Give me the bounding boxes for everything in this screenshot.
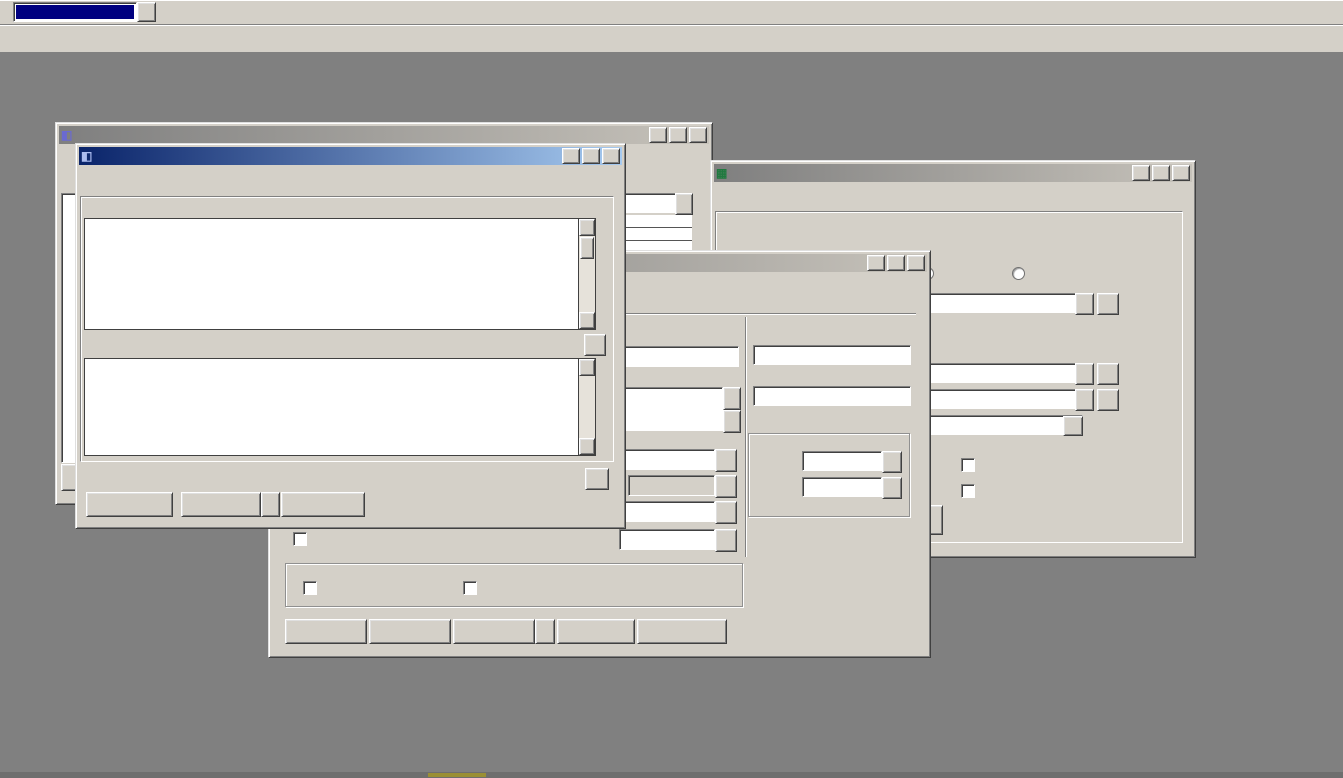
nomenclatura-titlebar[interactable]: ◧	[59, 126, 709, 144]
base-unit-browse-button[interactable]	[715, 449, 737, 472]
save-button[interactable]	[285, 619, 367, 644]
scroll-thumb[interactable]	[580, 237, 594, 259]
weight-field[interactable]	[619, 529, 715, 550]
hide-price-sum-checkbox[interactable]	[961, 484, 975, 498]
minimize-button[interactable]	[1132, 165, 1150, 181]
close-form-button[interactable]	[453, 619, 535, 644]
close-dialog-button[interactable]	[86, 492, 173, 517]
ok-button[interactable]	[369, 619, 451, 644]
spin-up-button[interactable]	[723, 387, 741, 410]
article-field[interactable]	[753, 386, 911, 406]
firm-browse-button[interactable]	[1075, 293, 1094, 315]
prices-titlebar[interactable]: ◧	[79, 147, 622, 165]
radio-upr-analitika[interactable]	[1012, 267, 1025, 280]
group-browse-button[interactable]	[1075, 363, 1094, 385]
scroll-up-icon[interactable]	[579, 219, 595, 236]
spin-down-button[interactable]	[723, 410, 741, 433]
bottom-strip	[0, 772, 1343, 778]
firm-clear-button[interactable]	[1097, 293, 1119, 315]
editable-prices-table	[84, 218, 596, 330]
base-unit-only-checkbox[interactable]	[293, 532, 307, 546]
unit-back-button[interactable]	[715, 475, 737, 498]
desktop: ◧ ▦	[0, 0, 1343, 778]
close-button[interactable]	[1172, 165, 1190, 181]
goods-clear-button[interactable]	[1097, 389, 1119, 411]
secondary-toolbar	[0, 25, 1343, 53]
close-options-button[interactable]	[535, 619, 555, 644]
combo-dropdown-button[interactable]	[137, 2, 156, 22]
pricetag-button[interactable]	[557, 619, 635, 644]
coefficient-calc-button[interactable]	[715, 501, 737, 524]
prices-toolbar	[79, 165, 622, 169]
weight-calc-button[interactable]	[715, 529, 737, 552]
table-scrollbar[interactable]	[578, 219, 595, 329]
goods-browse-button[interactable]	[1075, 389, 1094, 411]
bottom-accent	[428, 773, 486, 777]
maximize-button[interactable]	[1152, 165, 1170, 181]
base-unit-field[interactable]	[616, 449, 715, 470]
calculated-prices-table	[84, 358, 596, 456]
minimize-button[interactable]	[649, 127, 667, 143]
note-more-button[interactable]	[585, 468, 609, 490]
np-field[interactable]	[802, 477, 882, 497]
close-button[interactable]	[689, 127, 707, 143]
history-button[interactable]	[181, 492, 261, 517]
vat-field[interactable]	[802, 451, 882, 471]
scroll-down-icon[interactable]	[579, 312, 595, 329]
maximize-button[interactable]	[887, 255, 905, 271]
no-price-checkbox[interactable]	[303, 581, 317, 595]
warehouse-dropdown-button[interactable]	[1063, 416, 1083, 436]
maximize-button[interactable]	[669, 127, 687, 143]
main-toolbar	[0, 0, 1343, 25]
np-browse-button[interactable]	[882, 477, 902, 499]
close-button[interactable]	[602, 148, 620, 164]
ostatki-titlebar[interactable]: ▦	[714, 164, 1192, 182]
scroll-down-icon[interactable]	[579, 438, 595, 455]
coefficient-field[interactable]	[619, 501, 715, 522]
reference-book-icon: ◧	[61, 129, 75, 142]
flags-group	[285, 563, 743, 607]
scroll-up-icon[interactable]	[579, 359, 595, 376]
form-column-divider	[745, 317, 747, 557]
pricetag-internal-button[interactable]	[281, 492, 365, 517]
weighted-checkbox[interactable]	[463, 581, 477, 595]
history-options-button[interactable]	[261, 492, 280, 517]
report-file-icon: ▦	[716, 167, 730, 180]
hide-sum-checkbox[interactable]	[961, 458, 975, 472]
table-scrollbar[interactable]	[578, 359, 595, 455]
code-field[interactable]	[753, 345, 911, 365]
window-prices-dialog: ◧	[75, 143, 626, 529]
group-clear-button[interactable]	[1097, 363, 1119, 385]
vat-browse-button[interactable]	[882, 451, 902, 473]
unit-readonly-field	[628, 475, 715, 496]
ostatki-toolbar	[714, 182, 1192, 186]
taxes-group	[748, 433, 910, 517]
minimize-button[interactable]	[867, 255, 885, 271]
reference-book-icon: ◧	[81, 150, 95, 163]
quick-select-combo[interactable]	[13, 2, 137, 22]
spin-up-button[interactable]	[675, 193, 693, 215]
maximize-button[interactable]	[582, 148, 600, 164]
close-button[interactable]	[907, 255, 925, 271]
minimize-button[interactable]	[562, 148, 580, 164]
refresh-button[interactable]	[584, 334, 606, 356]
refbooks-button[interactable]	[637, 619, 727, 644]
combo-selection	[16, 5, 134, 19]
